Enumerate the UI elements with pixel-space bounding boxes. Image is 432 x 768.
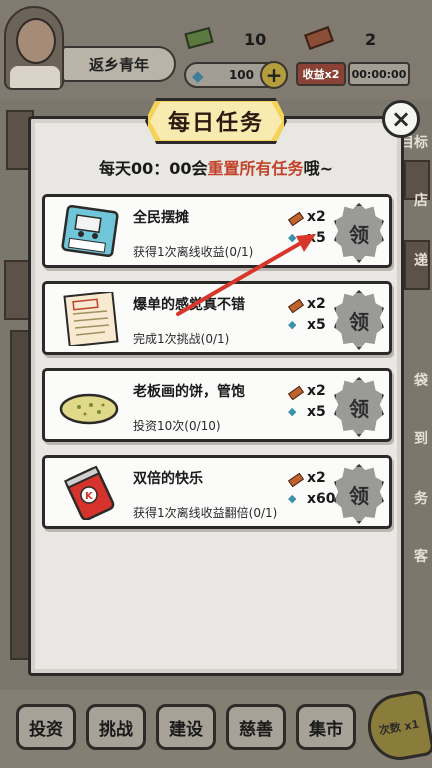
task-desc: 投资10次(0/10) — [133, 419, 221, 433]
diamond-icon: ◆ — [288, 231, 297, 244]
add-gems-button[interactable]: + — [260, 61, 288, 89]
close-button[interactable]: × — [382, 100, 420, 138]
svg-text:K: K — [85, 491, 94, 502]
soda-can-icon: K — [57, 465, 121, 521]
gem-reward: x5 — [307, 404, 326, 420]
brick-reward: x2 — [307, 470, 326, 486]
task-card: 爆单的感觉真不错 完成1次挑战(0/1) x2 ◆ x5 领 — [42, 281, 392, 355]
claim-button[interactable]: 领 — [333, 377, 385, 437]
player-avatar[interactable] — [4, 6, 64, 90]
diamond-icon: ◆ — [192, 67, 204, 85]
nav-market-button[interactable]: 集市 — [296, 704, 356, 750]
task-desc: 获得1次离线收益翻倍(0/1) — [133, 506, 278, 520]
brick-value: 2 — [365, 30, 377, 49]
diamond-icon: ◆ — [288, 318, 297, 331]
reset-note: 每天00：00会重置所有任务哦~ — [28, 155, 404, 179]
task-desc: 完成1次挑战(0/1) — [133, 332, 230, 346]
stall-license-icon — [57, 205, 121, 259]
task-card: 全民摆摊 获得1次离线收益(0/1) x2 ◆ x5 领 — [42, 194, 392, 268]
claim-button[interactable]: 领 — [333, 290, 385, 350]
side-label-bag[interactable]: 袋 — [414, 370, 428, 390]
nav-invest-button[interactable]: 投资 — [16, 704, 76, 750]
claim-label: 领 — [349, 396, 369, 421]
pancake-icon — [57, 379, 121, 433]
claim-label: 领 — [349, 483, 369, 508]
side-label-checkin[interactable]: 到 — [414, 428, 428, 448]
avatar-shirt — [10, 66, 60, 88]
bg-wall — [10, 330, 30, 660]
gem-counter: ◆ 100 + — [184, 61, 288, 89]
side-label-task[interactable]: 务 — [414, 488, 428, 508]
gem-reward: x5 — [307, 317, 326, 333]
gem-reward: x5 — [307, 230, 326, 246]
diamond-icon: ◆ — [288, 492, 297, 505]
claim-button[interactable]: 领 — [333, 203, 385, 263]
brick-reward: x2 — [307, 209, 326, 225]
brick-icon — [287, 211, 305, 227]
nav-build-button[interactable]: 建设 — [156, 704, 216, 750]
task-name: 全民摆摊 — [133, 210, 189, 226]
modal-title: 每日任务 — [167, 111, 264, 136]
reset-note-suffix: 哦~ — [303, 159, 333, 178]
task-desc: 获得1次离线收益(0/1) — [133, 245, 254, 259]
side-label-guest[interactable]: 客 — [414, 546, 428, 566]
reset-note-prefix: 每天00：00会 — [99, 159, 208, 178]
task-card: 老板画的饼，管饱 投资10次(0/10) x2 ◆ x5 领 — [42, 368, 392, 442]
reset-note-highlight: 重置所有任务 — [207, 159, 304, 178]
boost-timer: 00:00:00 — [348, 62, 410, 86]
diamond-icon: ◆ — [288, 405, 297, 418]
task-card: K 双倍的快乐 获得1次离线收益翻倍(0/1) x2 ◆ x60 领 — [42, 455, 392, 529]
brick-reward: x2 — [307, 383, 326, 399]
brick-icon — [287, 385, 305, 401]
task-name: 老板画的饼，管饱 — [133, 384, 245, 400]
side-label-shop[interactable]: 店 — [414, 190, 428, 210]
gem-value: 100 — [228, 68, 254, 82]
task-name: 双倍的快乐 — [133, 471, 203, 487]
player-title: 返乡青年 — [62, 46, 176, 82]
side-label-delivery[interactable]: 递 — [414, 250, 428, 270]
nav-charity-button[interactable]: 慈善 — [226, 704, 286, 750]
avatar-face — [16, 18, 56, 64]
brick-reward: x2 — [307, 296, 326, 312]
claim-label: 领 — [349, 309, 369, 334]
brick-icon — [287, 472, 305, 488]
brick-icon — [287, 298, 305, 314]
order-form-icon — [57, 290, 121, 348]
claim-label: 领 — [349, 222, 369, 247]
claim-button[interactable]: 领 — [333, 464, 385, 524]
nav-challenge-button[interactable]: 挑战 — [86, 704, 146, 750]
income-boost-button[interactable]: 收益x2 — [296, 62, 346, 86]
task-name: 爆单的感觉真不错 — [133, 297, 245, 313]
cash-value: 10 — [244, 30, 267, 49]
gem-reward: x60 — [307, 491, 336, 507]
